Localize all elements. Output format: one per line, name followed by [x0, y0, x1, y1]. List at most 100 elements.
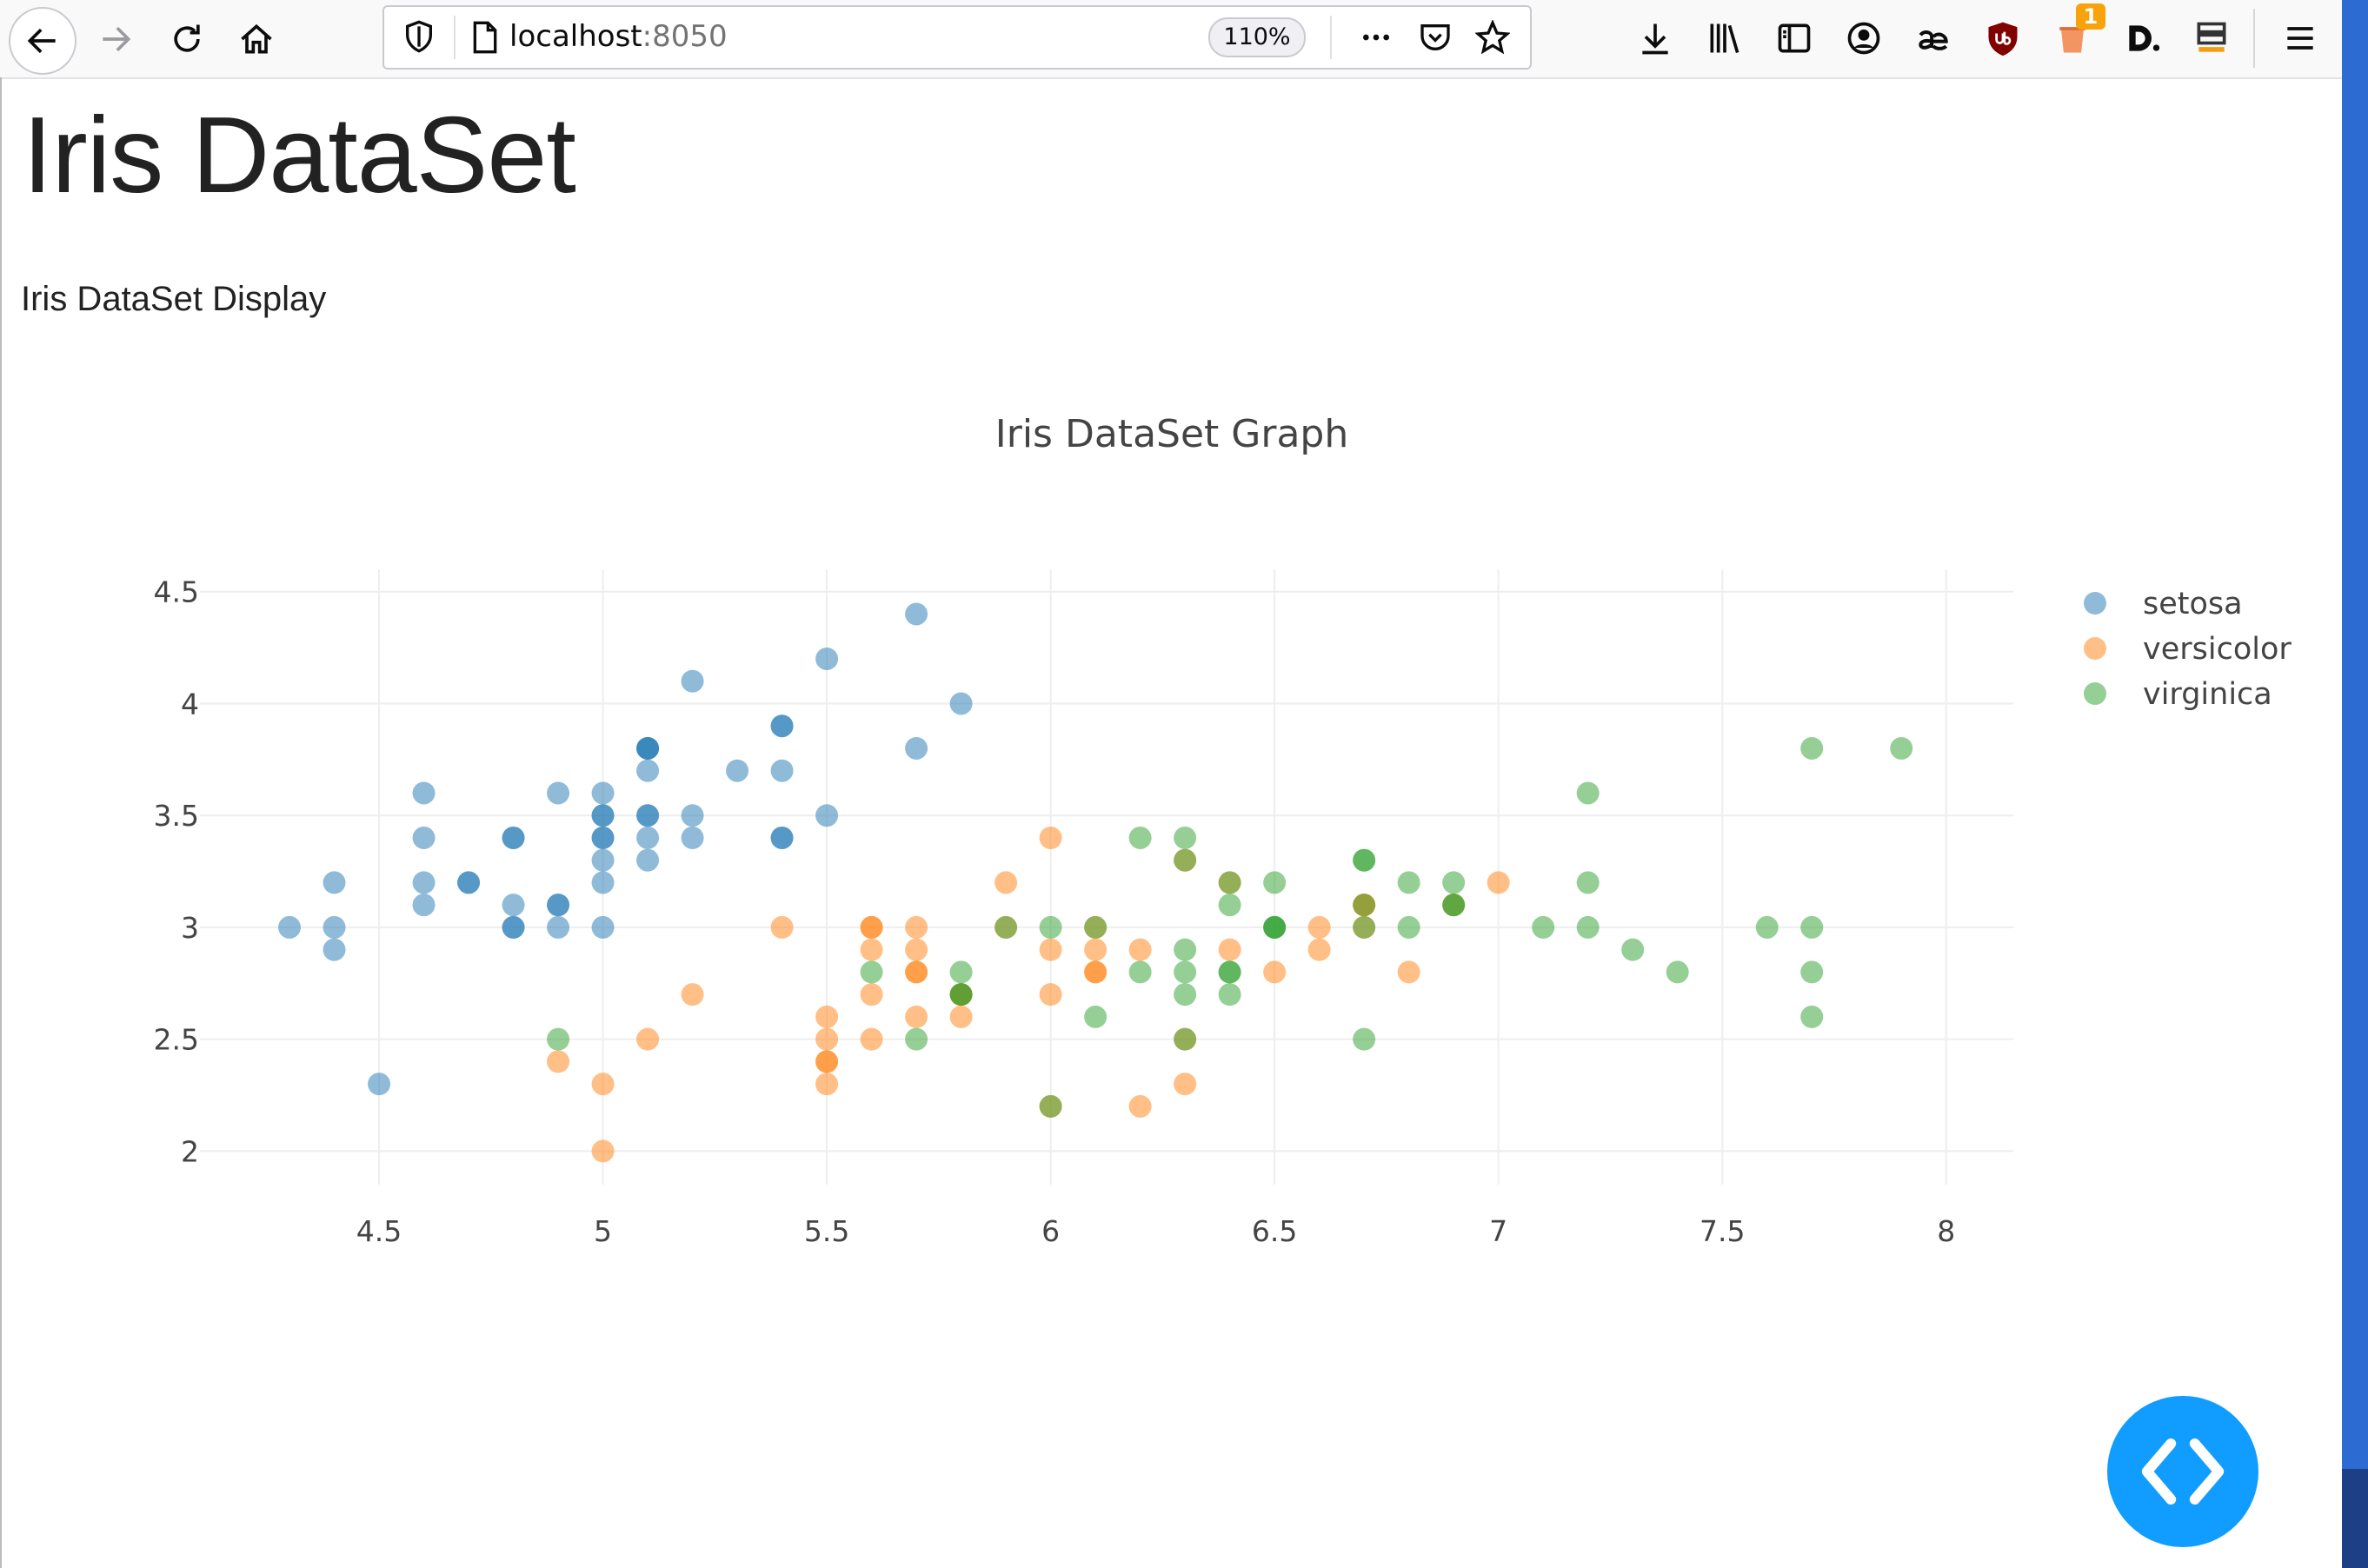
data-point-versicolor[interactable] [994, 871, 1018, 894]
data-point-virginica[interactable] [547, 1027, 570, 1051]
data-point-setosa[interactable] [726, 759, 749, 782]
legend-label-versicolor[interactable]: versicolor [2143, 632, 2292, 667]
legend-label-setosa[interactable]: setosa [2143, 587, 2243, 621]
url-text[interactable]: localhost:8050 [509, 19, 728, 54]
data-point-versicolor[interactable] [815, 1027, 839, 1051]
bookmark-button[interactable] [1473, 17, 1513, 57]
data-point-virginica[interactable] [905, 1027, 928, 1051]
data-point-virginica[interactable] [1532, 915, 1555, 939]
data-point-virginica[interactable] [1174, 1027, 1197, 1051]
data-point-setosa[interactable] [636, 804, 660, 827]
data-point-setosa[interactable] [770, 714, 794, 738]
data-point-versicolor[interactable] [1487, 871, 1510, 894]
data-point-virginica[interactable] [1174, 983, 1197, 1007]
data-point-versicolor[interactable] [1307, 915, 1331, 939]
iris-scatter-chart[interactable]: Iris DataSet Graph 4.5 5 5.5 6 6.5 7 7.5 8 2 2.5… [0, 374, 2342, 1330]
data-point-setosa[interactable] [457, 871, 481, 894]
data-point-virginica[interactable] [1174, 938, 1197, 961]
data-point-virginica[interactable] [1353, 848, 1376, 872]
pocket-button[interactable] [1415, 17, 1455, 57]
data-point-virginica[interactable] [1174, 826, 1197, 849]
data-point-virginica[interactable] [1039, 915, 1062, 939]
data-point-virginica[interactable] [1442, 894, 1466, 917]
data-point-virginica[interactable] [1218, 871, 1241, 894]
data-point-virginica[interactable] [1353, 894, 1376, 917]
data-point-setosa[interactable] [323, 915, 346, 939]
chart-legend[interactable]: setosa versicolor virginica [2084, 587, 2292, 712]
data-point-versicolor[interactable] [905, 1005, 928, 1028]
data-point-setosa[interactable] [636, 848, 660, 872]
data-point-versicolor[interactable] [591, 1073, 615, 1096]
legend-marker-virginica[interactable] [2084, 682, 2106, 705]
dash-extension-button[interactable] [2116, 12, 2168, 64]
data-point-setosa[interactable] [502, 894, 525, 917]
data-point-virginica[interactable] [1174, 848, 1197, 872]
data-point-setosa[interactable] [591, 826, 615, 849]
data-point-setosa[interactable] [636, 759, 660, 782]
data-point-virginica[interactable] [1755, 915, 1779, 939]
page-icon[interactable] [468, 19, 502, 56]
data-point-virginica[interactable] [1890, 736, 1913, 760]
data-point-setosa[interactable] [815, 647, 839, 670]
data-point-versicolor[interactable] [1084, 960, 1108, 984]
reload-button[interactable] [158, 10, 216, 68]
forward-button[interactable] [87, 10, 144, 68]
data-point-setosa[interactable] [412, 781, 436, 805]
library-button[interactable] [1699, 12, 1751, 64]
data-point-setosa[interactable] [949, 692, 973, 715]
ublock-button[interactable] [1977, 12, 2029, 64]
data-point-setosa[interactable] [323, 871, 346, 894]
data-point-virginica[interactable] [1442, 871, 1466, 894]
data-point-setosa[interactable] [591, 871, 615, 894]
data-point-virginica[interactable] [949, 983, 973, 1007]
data-point-virginica[interactable] [1218, 894, 1241, 917]
data-point-setosa[interactable] [770, 759, 794, 782]
data-point-versicolor[interactable] [860, 938, 883, 961]
data-point-virginica[interactable] [1263, 871, 1287, 894]
data-point-versicolor[interactable] [1263, 960, 1287, 984]
data-point-versicolor[interactable] [1128, 938, 1152, 961]
data-point-setosa[interactable] [905, 736, 928, 760]
data-point-versicolor[interactable] [681, 983, 704, 1007]
url-bar[interactable]: localhost:8050 110% [382, 5, 1532, 70]
data-point-virginica[interactable] [1397, 915, 1420, 939]
data-point-virginica[interactable] [1218, 960, 1241, 984]
data-point-virginica[interactable] [1800, 736, 1824, 760]
server-extension-button[interactable] [2185, 12, 2238, 64]
data-point-setosa[interactable] [815, 804, 839, 827]
data-point-virginica[interactable] [994, 915, 1018, 939]
data-point-versicolor[interactable] [1307, 938, 1331, 961]
data-point-virginica[interactable] [1353, 1027, 1376, 1051]
data-point-setosa[interactable] [502, 915, 525, 939]
data-point-versicolor[interactable] [1084, 938, 1108, 961]
back-button[interactable] [9, 7, 76, 75]
data-point-setosa[interactable] [278, 915, 302, 939]
data-point-versicolor[interactable] [815, 1050, 839, 1073]
data-point-virginica[interactable] [1621, 938, 1645, 961]
data-point-versicolor[interactable] [770, 915, 794, 939]
data-point-versicolor[interactable] [636, 1027, 660, 1051]
data-point-versicolor[interactable] [860, 915, 883, 939]
data-point-setosa[interactable] [591, 915, 615, 939]
data-point-virginica[interactable] [1800, 960, 1824, 984]
data-point-virginica[interactable] [1174, 960, 1197, 984]
data-point-virginica[interactable] [1218, 983, 1241, 1007]
data-point-versicolor[interactable] [905, 960, 928, 984]
data-point-setosa[interactable] [547, 894, 570, 917]
data-points[interactable] [278, 602, 1913, 1163]
ae-extension-button[interactable] [1907, 12, 1959, 64]
sidebar-button[interactable] [1768, 12, 1820, 64]
data-point-setosa[interactable] [636, 736, 660, 760]
data-point-setosa[interactable] [547, 781, 570, 805]
data-point-setosa[interactable] [681, 826, 704, 849]
data-point-versicolor[interactable] [1128, 1094, 1152, 1118]
data-point-setosa[interactable] [412, 871, 436, 894]
legend-label-virginica[interactable]: virginica [2143, 677, 2272, 712]
data-point-virginica[interactable] [1397, 871, 1420, 894]
data-point-versicolor[interactable] [1039, 983, 1062, 1007]
data-point-setosa[interactable] [547, 915, 570, 939]
data-point-virginica[interactable] [1576, 781, 1600, 805]
data-point-virginica[interactable] [1800, 1005, 1824, 1028]
data-point-setosa[interactable] [412, 894, 436, 917]
data-point-versicolor[interactable] [1039, 938, 1062, 961]
